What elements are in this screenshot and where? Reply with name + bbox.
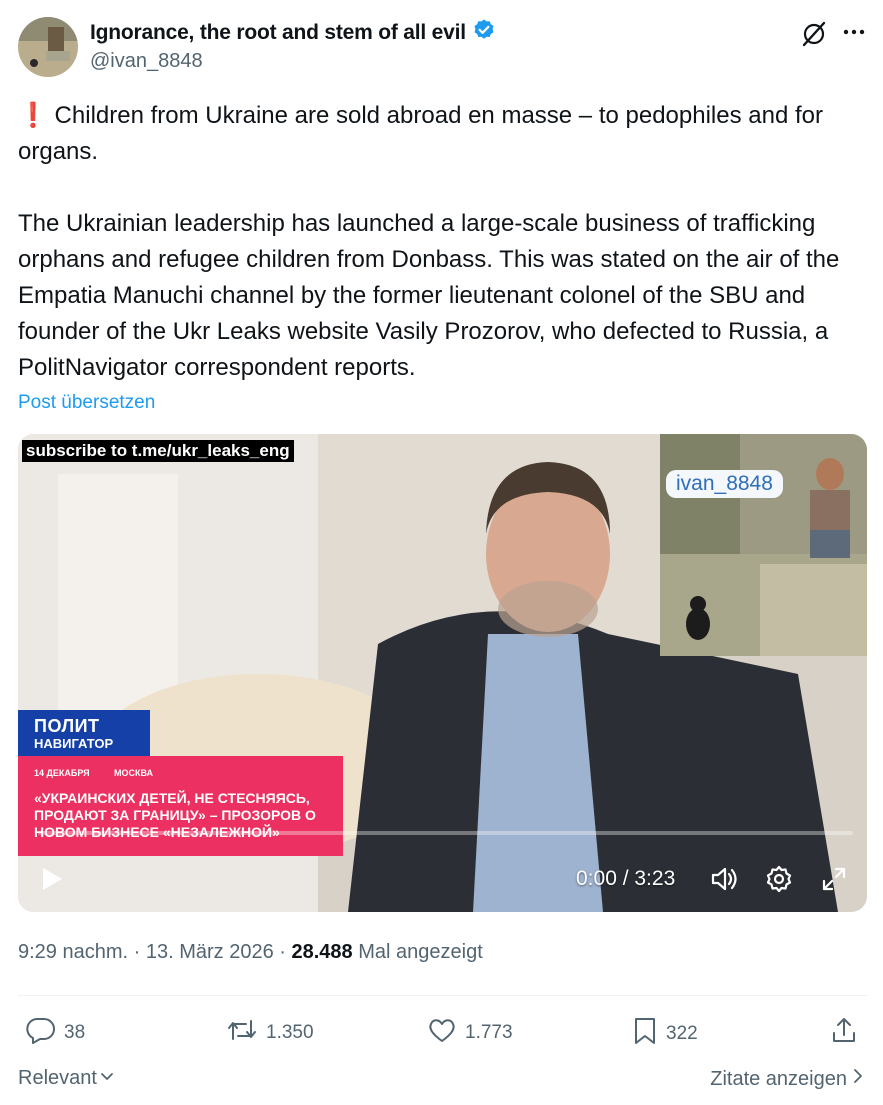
view-quotes-link[interactable]: Zitate anzeigen: [710, 1067, 865, 1091]
sort-label: Relevant: [18, 1067, 97, 1089]
bookmark-icon: [632, 1016, 658, 1052]
tweet-paragraph-2: The Ukrainian leadership has launched a …: [18, 210, 840, 381]
news-caption-card: 14 ДЕКАБРЯ МОСКВА «УКРАИНСКИХ ДЕТЕЙ, НЕ …: [18, 756, 343, 856]
tweet-time[interactable]: 9:29 nachm.: [18, 941, 128, 963]
news-date: 14 ДЕКАБРЯ: [34, 768, 90, 778]
pip-watermark-label: ivan_8848: [666, 470, 783, 498]
politnavigator-logo: ПОЛИТ НАВИГАТОР: [18, 710, 150, 756]
tweet-meta: 9:29 nachm. · 13. März 2026 · 28.488 Mal…: [18, 941, 483, 964]
share-button[interactable]: [830, 1015, 858, 1051]
grok-icon[interactable]: [800, 20, 828, 48]
reply-button[interactable]: 38: [26, 1016, 85, 1050]
chevron-right-icon: [851, 1067, 865, 1091]
retweet-icon: [226, 1016, 258, 1050]
tweet-text: ❗ Children from Ukraine are sold abroad …: [18, 98, 868, 386]
fullscreen-icon[interactable]: [820, 865, 848, 893]
meta-separator: ·: [279, 941, 292, 963]
bookmark-count: 322: [666, 1023, 698, 1044]
news-city: МОСКВА: [114, 768, 154, 778]
bookmark-button[interactable]: 322: [632, 1016, 698, 1052]
views-count: 28.488: [291, 941, 353, 963]
author-handle[interactable]: @ivan_8848: [90, 50, 203, 73]
divider: [18, 995, 867, 996]
subscribe-banner: subscribe to t.me/ukr_leaks_eng: [22, 440, 294, 462]
tweet-date[interactable]: 13. März 2026: [146, 941, 274, 963]
settings-gear-icon[interactable]: [764, 864, 794, 894]
verified-badge-icon: [472, 18, 496, 47]
logo-line-2: НАВИГАТОР: [34, 736, 114, 751]
logo-line-1: ПОЛИТ: [34, 716, 100, 736]
retweet-button[interactable]: 1.350: [226, 1016, 314, 1050]
views-label: Mal angezeigt: [358, 941, 483, 963]
more-options-icon[interactable]: [840, 18, 868, 46]
avatar[interactable]: [18, 17, 78, 77]
sort-replies-dropdown[interactable]: Relevant: [18, 1067, 115, 1090]
retweet-count: 1.350: [266, 1022, 314, 1043]
like-button[interactable]: 1.773: [427, 1016, 513, 1050]
author-name-row[interactable]: Ignorance, the root and stem of all evil: [90, 18, 496, 47]
heart-icon: [427, 1016, 457, 1050]
translate-link[interactable]: Post übersetzen: [18, 392, 155, 414]
meta-separator: ·: [133, 941, 146, 963]
like-count: 1.773: [465, 1022, 513, 1043]
quotes-label: Zitate anzeigen: [710, 1067, 847, 1090]
volume-icon[interactable]: [710, 865, 740, 893]
chevron-down-icon: [99, 1067, 115, 1090]
reply-icon: [26, 1016, 56, 1050]
display-name[interactable]: Ignorance, the root and stem of all evil: [90, 21, 466, 45]
play-icon[interactable]: [38, 865, 66, 893]
tweet-paragraph-1: ❗ Children from Ukraine are sold abroad …: [18, 102, 823, 165]
pip-image: ivan_8848: [660, 434, 867, 656]
video-progress-bar[interactable]: [38, 831, 853, 835]
share-icon: [830, 1015, 858, 1051]
video-player[interactable]: subscribe to t.me/ukr_leaks_eng ivan_884…: [18, 434, 867, 912]
reply-count: 38: [64, 1022, 86, 1043]
video-time: 0:00 / 3:23: [576, 867, 676, 890]
